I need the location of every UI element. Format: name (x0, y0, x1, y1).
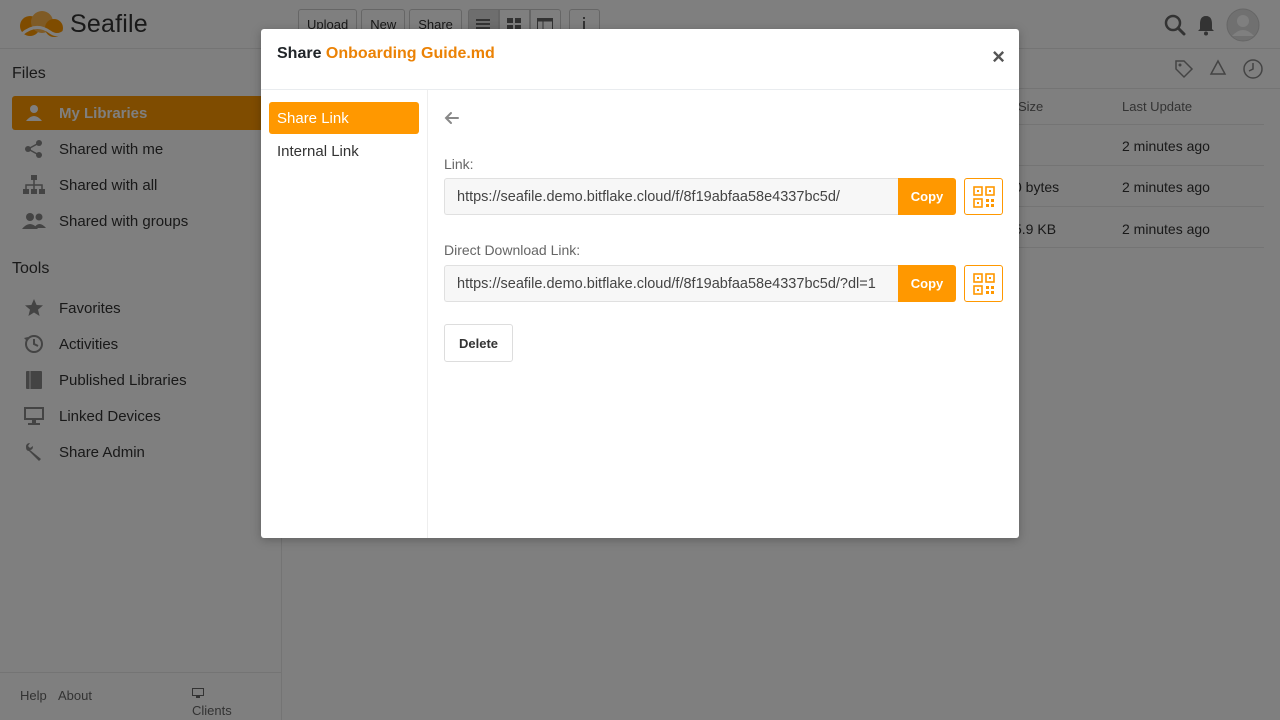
tab-share-link[interactable]: Share Link (269, 102, 419, 134)
qr-code-icon (972, 185, 995, 208)
dialog-file-name: Onboarding Guide.md (325, 45, 495, 62)
copy-direct-link-button[interactable]: Copy (898, 265, 956, 302)
qr-code-icon (972, 272, 995, 295)
qr-code-button[interactable] (964, 178, 1003, 215)
direct-download-label: Direct Download Link: (444, 242, 581, 258)
back-arrow-icon[interactable] (444, 110, 460, 126)
tab-internal-link[interactable]: Internal Link (269, 135, 419, 167)
share-type-nav: Share Link Internal Link (261, 90, 428, 538)
direct-download-field[interactable]: https://seafile.demo.bitflake.cloud/f/8f… (444, 265, 898, 302)
dialog-header: Share Onboarding Guide.md × (261, 29, 1019, 90)
dialog-title-prefix: Share (277, 45, 322, 62)
dialog-title: Share Onboarding Guide.md (277, 45, 495, 63)
link-label: Link: (444, 156, 474, 172)
link-field[interactable]: https://seafile.demo.bitflake.cloud/f/8f… (444, 178, 898, 215)
delete-link-button[interactable]: Delete (444, 324, 513, 362)
copy-link-button[interactable]: Copy (898, 178, 956, 215)
dialog-body: Share Link Internal Link Link: https://s… (261, 90, 1019, 538)
close-icon[interactable]: × (992, 46, 1005, 68)
share-dialog: Share Onboarding Guide.md × Share Link I… (261, 29, 1019, 538)
share-link-panel: Link: https://seafile.demo.bitflake.clou… (444, 90, 1004, 538)
direct-qr-code-button[interactable] (964, 265, 1003, 302)
